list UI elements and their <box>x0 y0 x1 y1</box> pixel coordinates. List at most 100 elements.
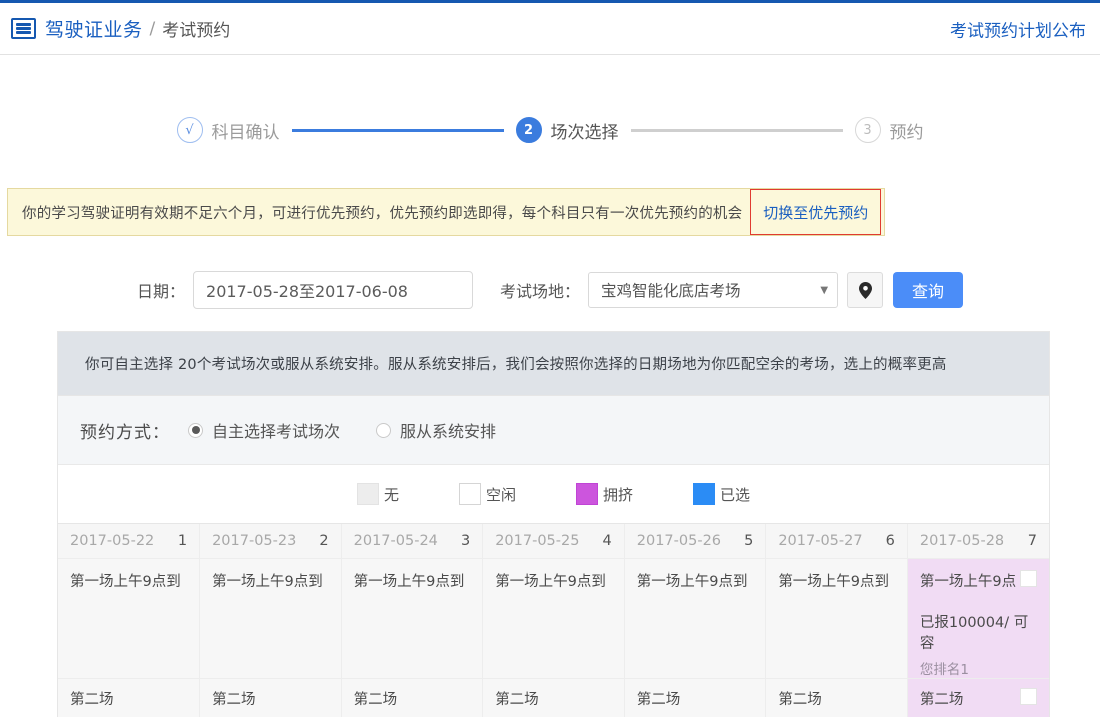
date-range-input[interactable]: 2017-05-28至2017-06-08 <box>193 271 473 309</box>
session-cell-crowded[interactable]: 第一场上午9点 已报100004/ 可容 您排名1 <box>907 559 1049 679</box>
list-menu-icon[interactable] <box>11 18 36 39</box>
session-cell-title: 第一场上午9点 <box>920 570 1016 591</box>
session-cell[interactable]: 第二场 <box>483 679 625 717</box>
notice-text: 你可自主选择 20个考试场次或服从系统安排。服从系统安排后，我们会按照你选择的日… <box>85 353 947 374</box>
session-cell[interactable]: 第一场上午9点到 <box>341 559 483 679</box>
session-cell[interactable]: 第二场 <box>624 679 766 717</box>
filter-bar: 日期： 2017-05-28至2017-06-08 考试场地： 宝鸡智能化底店考… <box>0 266 1100 314</box>
calendar-col-7-date: 2017-05-28 <box>920 533 1004 549</box>
status-legend: 无 空闲 拥挤 已选 <box>58 464 1049 523</box>
radio-self-select-label: 自主选择考试场次 <box>212 418 340 442</box>
radio-system-assign[interactable]: 服从系统安排 <box>376 418 496 442</box>
calendar-col-1-date: 2017-05-22 <box>70 533 154 549</box>
legend-item-none: 无 <box>357 483 399 505</box>
step-subject-confirm[interactable]: √ 科目确认 <box>177 117 280 143</box>
radio-self-select[interactable]: 自主选择考试场次 <box>188 418 340 442</box>
calendar-col-5-index: 5 <box>744 533 753 549</box>
step-connector-2 <box>631 129 843 132</box>
alert-message: 你的学习驾驶证明有效期不足六个月，可进行优先预约，优先预约即选即得，每个科目只有… <box>8 202 742 223</box>
top-header-bar: 驾驶证业务 / 考试预约 考试预约计划公布 <box>0 0 1100 55</box>
session-cell[interactable]: 第一场上午9点到 <box>483 559 625 679</box>
session-cell-title: 第二场 <box>778 688 822 709</box>
legend-item-crowded: 拥挤 <box>576 483 633 505</box>
query-button[interactable]: 查询 <box>893 272 963 308</box>
calendar-col-3-date: 2017-05-24 <box>354 533 438 549</box>
session-cell[interactable]: 第二场 <box>200 679 342 717</box>
calendar-col-4-date: 2017-05-25 <box>495 533 579 549</box>
calendar-col-1-index: 1 <box>178 533 187 549</box>
session-cell[interactable]: 第二场 <box>341 679 483 717</box>
legend-swatch-crowded <box>576 483 598 505</box>
step-3-label: 预约 <box>890 118 924 143</box>
legend-label-none: 无 <box>384 484 399 505</box>
session-checkbox[interactable] <box>1020 570 1037 587</box>
legend-item-free: 空闲 <box>459 483 516 505</box>
session-cell-title: 第一场上午9点到 <box>637 570 748 591</box>
breadcrumb-root-link[interactable]: 驾驶证业务 <box>45 15 143 42</box>
session-cell[interactable]: 第一场上午9点到 <box>624 559 766 679</box>
booking-method-label: 预约方式： <box>80 418 170 443</box>
calendar-col-6-date: 2017-05-27 <box>778 533 862 549</box>
breadcrumb-current: 考试预约 <box>162 16 230 41</box>
legend-swatch-selected <box>693 483 715 505</box>
session-selection-card: 你可自主选择 20个考试场次或服从系统安排。服从系统安排后，我们会按照你选择的日… <box>57 331 1050 717</box>
step-2-label: 场次选择 <box>551 118 619 143</box>
priority-booking-alert: 你的学习驾驶证明有效期不足六个月，可进行优先预约，优先预约即选即得，每个科目只有… <box>7 188 885 236</box>
calendar-col-2-index: 2 <box>319 533 328 549</box>
session-cell-title: 第二场 <box>354 688 398 709</box>
calendar-col-5-date: 2017-05-26 <box>637 533 721 549</box>
map-location-button[interactable] <box>847 272 883 308</box>
legend-label-selected: 已选 <box>720 484 750 505</box>
session-capacity-text: 已报100004/ 可容 <box>920 611 1037 653</box>
calendar-header-row: 2017-05-22 1 2017-05-23 2 2017-05-24 3 2… <box>58 524 1049 559</box>
radio-system-assign-dot <box>376 423 391 438</box>
calendar-col-5: 2017-05-26 5 <box>624 524 766 559</box>
session-cell-title: 第二场 <box>920 688 964 709</box>
venue-select-value: 宝鸡智能化底店考场 <box>601 279 741 301</box>
switch-to-priority-button[interactable]: 切换至优先预约 <box>750 189 881 235</box>
step-session-select[interactable]: 2 场次选择 <box>516 117 619 143</box>
step-appointment[interactable]: 3 预约 <box>855 117 924 143</box>
session-cell-crowded[interactable]: 第二场 <box>907 679 1049 717</box>
venue-select[interactable]: 宝鸡智能化底店考场 ▼ <box>588 272 838 308</box>
calendar-col-3-index: 3 <box>461 533 470 549</box>
map-pin-icon <box>859 282 872 299</box>
page-root: 驾驶证业务 / 考试预约 考试预约计划公布 √ 科目确认 2 场次选择 3 预约… <box>0 0 1100 717</box>
session-cell-title: 第二场 <box>495 688 539 709</box>
step-1-label: 科目确认 <box>212 118 280 143</box>
session-cell[interactable]: 第一场上午9点到 <box>200 559 342 679</box>
session-rank-text: 您排名1 <box>920 658 1037 678</box>
legend-swatch-free <box>459 483 481 505</box>
session-cell-title: 第二场 <box>637 688 681 709</box>
calendar-col-4-index: 4 <box>603 533 612 549</box>
legend-label-crowded: 拥挤 <box>603 484 633 505</box>
radio-self-select-dot <box>188 423 203 438</box>
calendar-col-6: 2017-05-27 6 <box>766 524 908 559</box>
legend-swatch-none <box>357 483 379 505</box>
notice-banner: 你可自主选择 20个考试场次或服从系统安排。服从系统安排后，我们会按照你选择的日… <box>58 332 1049 395</box>
exam-plan-announcement-link[interactable]: 考试预约计划公布 <box>950 16 1086 41</box>
booking-method-row: 预约方式： 自主选择考试场次 服从系统安排 <box>58 395 1049 464</box>
progress-stepper: √ 科目确认 2 场次选择 3 预约 <box>0 95 1100 165</box>
session-cell[interactable]: 第二场 <box>766 679 908 717</box>
radio-system-assign-label: 服从系统安排 <box>400 418 496 442</box>
calendar-col-4: 2017-05-25 4 <box>483 524 625 559</box>
session-cell[interactable]: 第二场 <box>58 679 200 717</box>
calendar-col-1: 2017-05-22 1 <box>58 524 200 559</box>
session-cell[interactable]: 第一场上午9点到 <box>58 559 200 679</box>
sessions-calendar-table: 2017-05-22 1 2017-05-23 2 2017-05-24 3 2… <box>58 523 1049 717</box>
session-cell-title: 第一场上午9点到 <box>495 570 606 591</box>
session-row-first: 第一场上午9点到 第一场上午9点到 第一场上午9点到 第一场上午9点到 第一场上… <box>58 559 1049 679</box>
step-connector-1 <box>292 129 504 132</box>
session-checkbox[interactable] <box>1020 688 1037 705</box>
session-cell-title: 第二场 <box>212 688 256 709</box>
chevron-down-icon: ▼ <box>820 285 828 296</box>
session-cell[interactable]: 第一场上午9点到 <box>766 559 908 679</box>
calendar-col-2-date: 2017-05-23 <box>212 533 296 549</box>
breadcrumb-separator: / <box>150 19 156 39</box>
session-cell-title: 第一场上午9点到 <box>354 570 465 591</box>
step-3-circle: 3 <box>855 117 881 143</box>
calendar-col-2: 2017-05-23 2 <box>200 524 342 559</box>
legend-label-free: 空闲 <box>486 484 516 505</box>
calendar-col-6-index: 6 <box>886 533 895 549</box>
